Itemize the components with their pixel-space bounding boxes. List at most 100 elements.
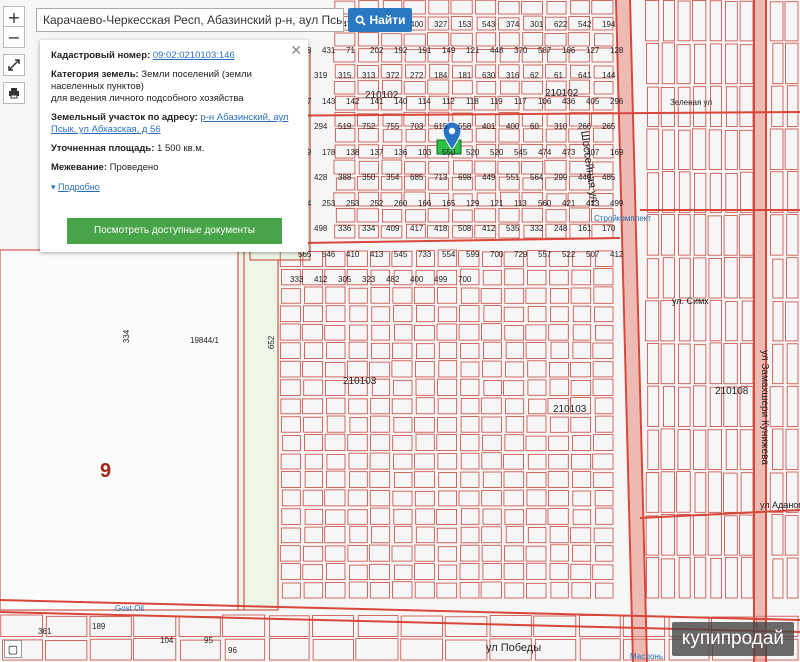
parcel-number: 121 xyxy=(466,45,480,55)
parcel-number: 178 xyxy=(322,147,336,157)
parcel-number: 327 xyxy=(434,20,448,29)
parcel-number: 202 xyxy=(370,45,384,55)
parcel-number: 192 xyxy=(394,45,408,55)
parcel-number: 61 xyxy=(554,71,563,80)
area-value: 1 500 кв.м. xyxy=(157,143,205,154)
parcel-number: 630 xyxy=(482,71,496,80)
parcel-number: 191 xyxy=(418,45,432,55)
parcel-number: 128 xyxy=(610,45,624,55)
parcel-number: 113 xyxy=(514,198,527,208)
find-button[interactable]: Найти xyxy=(348,8,412,32)
parcel-number: 412 xyxy=(314,275,328,284)
parcel-label: 104 xyxy=(160,636,174,645)
parcel-number: 507 xyxy=(586,249,600,259)
parcel-number: 599 xyxy=(466,249,480,259)
parcel-number: 700 xyxy=(458,275,472,284)
view-documents-button[interactable]: Посмотреть доступные документы xyxy=(67,218,282,244)
parcel-number: 305 xyxy=(338,275,352,284)
street-label: ул Аданог xyxy=(760,500,800,510)
parcel-number: 545 xyxy=(514,147,528,157)
parcel-number: 165 xyxy=(442,198,456,208)
parcel-number: 186 xyxy=(562,45,576,55)
parcel-number: 413 xyxy=(370,249,384,259)
layers-icon[interactable]: ▢ xyxy=(4,640,22,658)
parcel-number: 413 xyxy=(586,198,600,208)
parcel-number: 170 xyxy=(602,224,616,233)
parcel-number: 508 xyxy=(458,224,472,233)
parcel-number: 315 xyxy=(338,71,352,80)
parcel-number: 138 xyxy=(346,147,360,157)
parcel-number: 622 xyxy=(554,20,568,29)
parcel-label: 189 xyxy=(92,622,106,631)
address-label: Земельный участок по адресу: xyxy=(51,112,198,123)
parcel-number: 698 xyxy=(458,173,472,182)
parcel-number: 106 xyxy=(538,96,552,106)
parcel-number: 144 xyxy=(602,71,616,80)
parcel-number: 118 xyxy=(466,96,479,106)
parcel-number: 554 xyxy=(442,249,456,259)
parcel-number: 440 xyxy=(578,173,592,182)
parcel-number: 71 xyxy=(346,45,355,55)
zoom-out-button[interactable]: − xyxy=(3,26,25,48)
parcel-number: 499 xyxy=(610,198,624,208)
watermark: купипродай xyxy=(671,622,794,656)
parcel-number: 409 xyxy=(386,224,400,233)
parcel-number: 296 xyxy=(610,96,624,106)
street-label: Зеленая ул xyxy=(670,98,713,107)
fullscreen-button[interactable] xyxy=(3,54,25,76)
parcel-number: 319 xyxy=(314,71,328,80)
parcel-number: 354 xyxy=(386,173,400,182)
parcel-number: 685 xyxy=(410,173,424,182)
parcel-number: 141 xyxy=(370,96,384,106)
parcel-number: 260 xyxy=(394,198,408,208)
parcel-number: 499 xyxy=(434,275,448,284)
parcel-number: 374 xyxy=(506,20,520,29)
parcel-number: 755 xyxy=(386,122,400,131)
parcel-number: 114 xyxy=(418,96,431,106)
more-toggle[interactable]: ▾ Подробно xyxy=(51,181,298,193)
parcel-number: 265 xyxy=(602,122,616,131)
parcel-number: 551 xyxy=(506,173,520,182)
cadastral-number-link[interactable]: 09:02:0210103:146 xyxy=(153,50,235,61)
street-label: ул Замахшери Кунижева xyxy=(759,350,770,465)
expand-icon xyxy=(8,59,20,71)
parcel-label: 334 xyxy=(122,329,132,344)
parcel-number: 142 xyxy=(346,96,360,106)
parcel-number: 431 xyxy=(322,45,336,55)
parcel-number: 428 xyxy=(314,173,328,182)
parcel-number: 400 xyxy=(506,122,520,131)
parcel-label: 9 xyxy=(100,460,112,482)
parcel-number: 127 xyxy=(586,45,600,55)
zoom-in-button[interactable]: + xyxy=(3,6,25,28)
parcel-number: 117 xyxy=(514,96,527,106)
parcel-number: 121 xyxy=(490,198,504,208)
parcel-number: 137 xyxy=(370,147,384,157)
close-icon[interactable]: ✕ xyxy=(290,43,302,57)
printer-icon xyxy=(9,88,19,99)
parcel-number: 248 xyxy=(554,224,568,233)
parcel-number: 253 xyxy=(322,198,336,208)
parcel-number: 388 xyxy=(338,173,352,182)
parcel-number: 449 xyxy=(482,173,496,182)
parcel-number: 316 xyxy=(506,71,520,80)
parcel-number: 140 xyxy=(394,96,408,106)
parcel-number: 350 xyxy=(362,173,376,182)
address-search-input[interactable]: Карачаево-Черкесская Респ, Абазинский р-… xyxy=(36,8,344,32)
parcel-number: 543 xyxy=(482,20,496,29)
parcel-number: 410 xyxy=(346,249,360,259)
parcel-number: 412 xyxy=(610,249,624,259)
parcel-number: 421 xyxy=(562,198,576,208)
category-use: для ведения личного подсобного хозяйства xyxy=(51,93,244,104)
print-button[interactable] xyxy=(3,82,25,104)
parcel-number: 535 xyxy=(506,224,520,233)
poi-label: Маслонь xyxy=(630,652,663,661)
parcel-number: 149 xyxy=(442,45,456,55)
parcel-info-card: ✕ Кадастровый номер: 09:02:0210103:146 К… xyxy=(40,40,308,252)
parcel-number: 485 xyxy=(602,173,616,182)
parcel-number: 153 xyxy=(458,20,472,29)
parcel-number: 752 xyxy=(362,122,376,131)
parcel-number: 166 xyxy=(418,198,432,208)
street-label: ул Победы xyxy=(486,642,542,654)
parcel-number: 550 xyxy=(442,147,456,157)
parcel-number: 253 xyxy=(346,198,360,208)
